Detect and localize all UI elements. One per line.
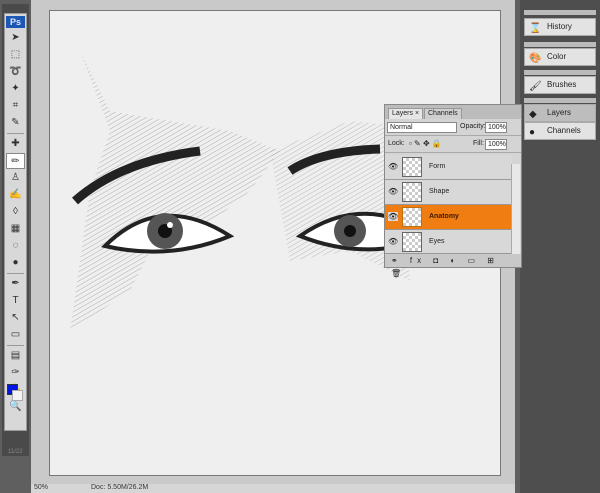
history-brush-tool-icon[interactable]: ✍ <box>6 187 25 203</box>
blur-tool-icon[interactable]: ◌ <box>6 238 25 254</box>
fill-input[interactable]: 100% <box>485 139 507 150</box>
layer-name: Form <box>429 163 446 170</box>
eyedropper-tool-icon[interactable]: ✑ <box>6 365 25 381</box>
eye-icon[interactable]: 👁 <box>388 237 398 246</box>
layer-thumbnail <box>402 207 422 227</box>
photoshop-logo: Ps <box>6 16 25 28</box>
magic-wand-tool-icon[interactable]: ✦ <box>6 81 25 97</box>
stamp-tool-icon[interactable]: ♙ <box>6 170 25 186</box>
brush-tool-icon[interactable]: ✏ <box>6 153 25 169</box>
dock-brushes[interactable]: 🖌 Brushes <box>524 76 596 94</box>
eye-icon[interactable]: 👁 <box>388 187 398 196</box>
layers-panel: Layers × Channels Normal Opacity: 100% L… <box>384 104 522 278</box>
status-bar: 50% Doc: 5.50M/26.2M <box>31 484 515 493</box>
tool-separator <box>7 345 24 346</box>
marquee-tool-icon[interactable]: ⬚ <box>6 47 25 63</box>
dock-label: Brushes <box>547 80 577 89</box>
tool-separator <box>7 133 24 134</box>
layer-row[interactable]: 👁 Form <box>385 155 512 180</box>
tab-channels[interactable]: Channels <box>424 108 462 119</box>
gradient-tool-icon[interactable]: ▦ <box>6 221 25 237</box>
move-tool-icon[interactable]: ➤ <box>6 30 25 46</box>
dock-label: Layers <box>547 108 572 117</box>
opacity-input[interactable]: 100% <box>485 122 507 133</box>
dock-color[interactable]: 🎨 Color <box>524 48 596 66</box>
dock-label: Color <box>547 52 567 61</box>
history-icon: ⌛ <box>529 23 542 34</box>
layer-row[interactable]: 👁 Shape <box>385 180 512 205</box>
dock-label: Channels <box>547 126 581 135</box>
shape-tool-icon[interactable]: ▭ <box>6 327 25 343</box>
layer-actions[interactable]: ⚭ fx ◘ ◐ ▭ ⊞ 🗑 <box>385 254 521 278</box>
blend-mode-select[interactable]: Normal <box>387 122 457 133</box>
zoom-level[interactable]: 50% <box>34 484 48 491</box>
dock-label: History <box>547 22 572 31</box>
layer-name: Eyes <box>429 238 445 245</box>
color-icon: 🎨 <box>529 53 542 64</box>
eye-icon[interactable]: 👁 <box>388 162 398 171</box>
tab-layers[interactable]: Layers × <box>388 108 424 119</box>
doc-info[interactable]: Doc: 5.50M/26.2M <box>91 484 148 491</box>
layers-scrollbar[interactable] <box>511 164 520 256</box>
tool-separator <box>7 273 24 274</box>
panel-dock: ⌛ History 🎨 Color 🖌 Brushes ◆ Layers ● Channe… <box>520 0 600 493</box>
brushes-icon: 🖌 <box>529 81 542 92</box>
crop-tool-icon[interactable]: ⌗ <box>6 98 25 114</box>
opacity-label: Opacity: <box>460 123 486 130</box>
eraser-tool-icon[interactable]: ◊ <box>6 204 25 220</box>
layer-row-selected[interactable]: 👁 Anatomy <box>385 205 512 230</box>
fill-label: Fill: <box>473 140 484 147</box>
path-select-tool-icon[interactable]: ↖ <box>6 310 25 326</box>
layer-thumbnail <box>402 232 422 252</box>
channels-icon: ● <box>529 127 536 138</box>
lock-icons[interactable]: ▫ ✎ ✥ 🔒 <box>409 139 442 148</box>
zoom-tool-icon[interactable]: 🔍 <box>6 399 25 415</box>
eye-icon[interactable]: 👁 <box>388 212 399 221</box>
eyedropper-slice-tool-icon[interactable]: ✎ <box>6 115 25 131</box>
background-color-swatch[interactable] <box>12 390 23 401</box>
lock-label: Lock: <box>388 140 405 147</box>
healing-tool-icon[interactable]: ✚ <box>6 136 25 152</box>
layer-name: Anatomy <box>429 213 459 220</box>
layers-icon: ◆ <box>529 109 537 120</box>
layer-thumbnail <box>402 157 422 177</box>
layer-name: Shape <box>429 188 450 195</box>
layer-row[interactable]: 👁 Eyes <box>385 230 512 254</box>
layer-thumbnail <box>402 182 422 202</box>
tools-panel: Ps ➤⬚➰✦⌗✎✚✏♙✍◊▦◌●✒T↖▭▤✑✋🔍 11/22 <box>2 4 29 456</box>
version-text: 11/22 <box>8 449 23 455</box>
dock-channels[interactable]: ● Channels <box>524 122 596 140</box>
dodge-tool-icon[interactable]: ● <box>6 255 25 271</box>
lasso-tool-icon[interactable]: ➰ <box>6 64 25 80</box>
pen-tool-icon[interactable]: ✒ <box>6 276 25 292</box>
dock-history[interactable]: ⌛ History <box>524 18 596 36</box>
notes-tool-icon[interactable]: ▤ <box>6 348 25 364</box>
dock-layers[interactable]: ◆ Layers <box>524 104 596 122</box>
type-tool-icon[interactable]: T <box>6 293 25 309</box>
